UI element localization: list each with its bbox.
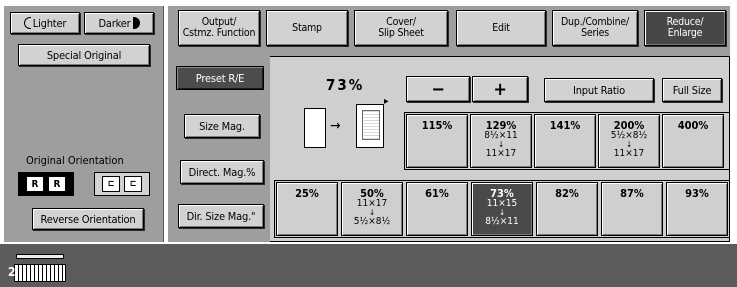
darker-button[interactable]: Darker: [84, 12, 154, 34]
ratio-percent: 82%: [555, 187, 579, 200]
tab-output-line2: Cstmz. Function: [182, 27, 256, 39]
enlarge-141-button[interactable]: 141%: [534, 114, 596, 168]
enlarge-400-button[interactable]: 400%: [662, 114, 724, 168]
size-mag-label: Size Mag.: [199, 119, 245, 133]
half-circle-left-icon: [23, 17, 31, 29]
tab-output[interactable]: Output/ Cstmz. Function: [178, 10, 260, 46]
reverse-orientation-button[interactable]: Reverse Orientation: [32, 208, 144, 230]
tab-edit[interactable]: Edit: [456, 10, 546, 46]
dir-size-mag-label: Dir. Size Mag.": [186, 209, 256, 223]
size-mag-button[interactable]: Size Mag.: [184, 114, 260, 138]
preset-re-button[interactable]: Preset R/E: [176, 66, 264, 90]
paper-tray-icon: 2: [8, 252, 72, 284]
orientation-sideways-button[interactable]: ⊏ ⊏: [94, 172, 150, 196]
direct-mag-label: Direct. Mag.%: [188, 165, 256, 179]
darker-label: Darker: [98, 16, 131, 30]
reduce-61-button[interactable]: 61%: [406, 182, 468, 236]
plus-button[interactable]: +: [472, 76, 528, 102]
dir-size-mag-button[interactable]: Dir. Size Mag.": [178, 204, 264, 228]
input-ratio-button[interactable]: Input Ratio: [544, 78, 654, 102]
ratio-percent: 400%: [677, 119, 709, 132]
tab-edit-label: Edit: [492, 21, 510, 34]
ratio-percent: 115%: [421, 119, 453, 132]
paper-to-size: 8½×11: [485, 216, 519, 227]
original-upright-icon-2: R: [48, 176, 66, 192]
preset-re-label: Preset R/E: [195, 71, 245, 85]
tab-reduce-enlarge[interactable]: Reduce/ Enlarge: [644, 10, 726, 46]
ratio-percent: 61%: [425, 187, 449, 200]
copier-screen: Lighter Darker Special Original Original…: [0, 0, 737, 287]
half-circle-right-filled-icon: [132, 17, 140, 29]
reverse-orientation-label: Reverse Orientation: [40, 212, 136, 226]
tab-dup-line2: Series: [581, 27, 609, 39]
direct-mag-button[interactable]: Direct. Mag.%: [180, 160, 264, 184]
input-ratio-label: Input Ratio: [573, 83, 625, 97]
tray-number: 2: [8, 265, 16, 279]
lighter-label: Lighter: [32, 16, 67, 30]
enlarge-115-button[interactable]: 115%: [406, 114, 468, 168]
tab-reduce-line2: Enlarge: [667, 27, 703, 39]
paper-to-size: 5½×8½: [353, 216, 391, 227]
minus-button[interactable]: −: [406, 76, 470, 102]
original-paper-icon: [304, 108, 326, 148]
reduce-82-button[interactable]: 82%: [536, 182, 598, 236]
ratio-percent: 93%: [685, 187, 709, 200]
reduce-93-button[interactable]: 93%: [666, 182, 728, 236]
full-size-button[interactable]: Full Size: [662, 78, 722, 102]
ratio-percent: 141%: [549, 119, 581, 132]
paper-to-size: 11×17: [613, 148, 645, 159]
arrow-right-icon: →: [330, 118, 341, 134]
tab-cover[interactable]: Cover/ Slip Sheet: [354, 10, 448, 46]
minus-label: −: [431, 78, 445, 100]
corner-marker-icon: ▸: [384, 96, 389, 107]
special-original-label: Special Original: [46, 48, 122, 62]
tab-stamp-label: Stamp: [292, 21, 322, 34]
full-size-label: Full Size: [672, 83, 712, 97]
ratio-percent: 87%: [620, 187, 644, 200]
copy-image-area-icon: [362, 110, 380, 140]
tab-dup-combine[interactable]: Dup./Combine/ Series: [552, 10, 638, 46]
left-panel: Lighter Darker Special Original Original…: [4, 6, 164, 242]
orientation-upright-button[interactable]: R R: [18, 172, 74, 196]
plus-label: +: [493, 78, 507, 100]
ratio-percent: 25%: [295, 187, 319, 200]
original-upright-icon: R: [26, 176, 44, 192]
status-bar: [0, 244, 737, 287]
enlarge-129-button[interactable]: 129% 8½×11 ↓ 11×17: [470, 114, 532, 168]
paper-to-size: 11×17: [485, 148, 517, 159]
lighter-button[interactable]: Lighter: [10, 12, 80, 34]
tab-cover-line2: Slip Sheet: [378, 27, 424, 39]
original-sideways-icon-2: ⊏: [124, 176, 142, 192]
special-original-button[interactable]: Special Original: [18, 44, 150, 66]
orientation-label: Original Orientation: [26, 154, 124, 167]
tab-stamp[interactable]: Stamp: [266, 10, 348, 46]
reduce-25-button[interactable]: 25%: [276, 182, 338, 236]
reduce-50-button[interactable]: 50% 11×17 ↓ 5½×8½: [341, 182, 403, 236]
current-ratio: 73%: [326, 76, 365, 94]
enlarge-200-button[interactable]: 200% 5½×8½ ↓ 11×17: [598, 114, 660, 168]
original-sideways-icon: ⊏: [102, 176, 120, 192]
reduce-87-button[interactable]: 87%: [601, 182, 663, 236]
reduce-73-button[interactable]: 73% 11×15 ↓ 8½×11: [471, 182, 533, 236]
